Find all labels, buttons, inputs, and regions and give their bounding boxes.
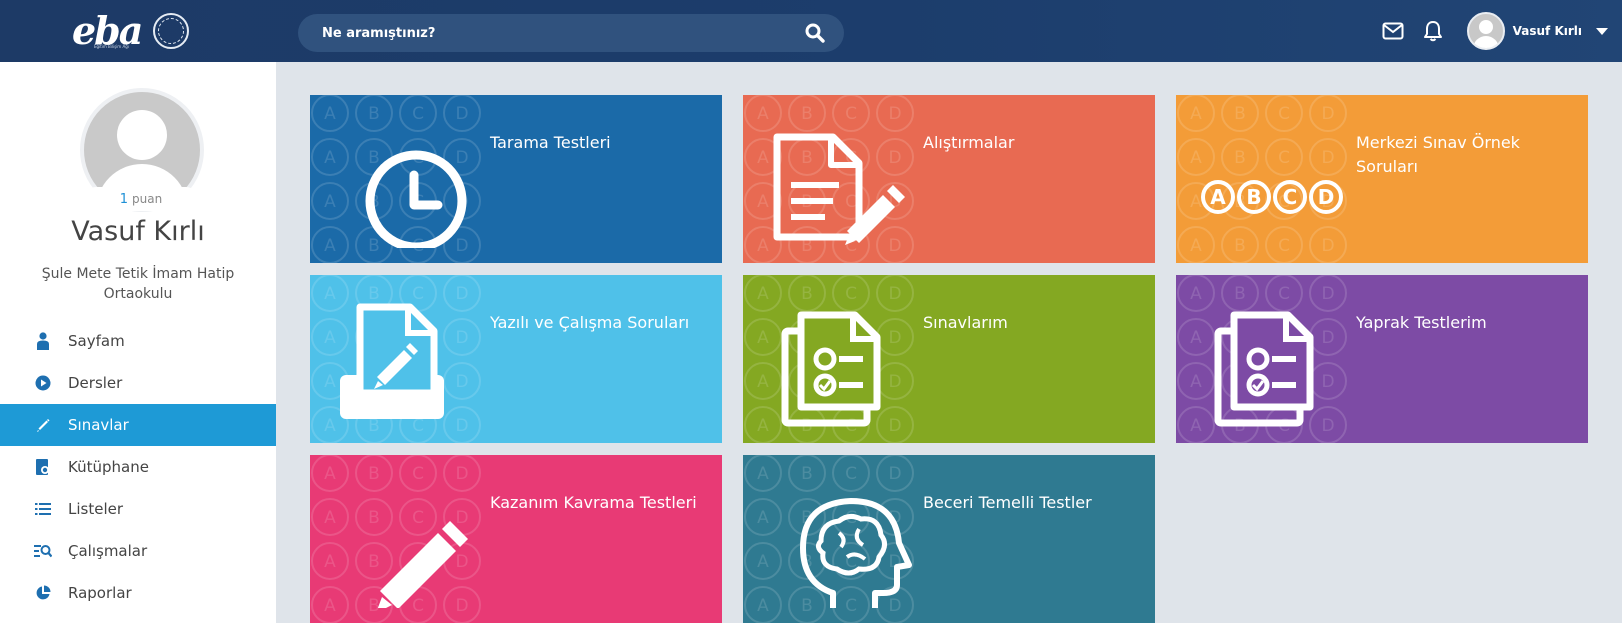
user-name: Vasuf Kırlı — [1512, 24, 1582, 38]
tile-beceri-temelli[interactable]: ABCDABCDABCDABCD Beceri Temelli Testler — [743, 455, 1155, 623]
top-bar: eba Eğitim Bilişim Ağı Vasuf Kırlı — [0, 0, 1622, 62]
tile-sinavlarim[interactable]: ABCDABCDABCDABCD Sınavlarım — [743, 275, 1155, 443]
tile-alistirmalar[interactable]: ABCDABCDABCDABCD Alıştırmalar — [743, 95, 1155, 263]
sidebar-item-label: Listeler — [68, 500, 124, 518]
tile-label: Yaprak Testlerim — [1356, 313, 1487, 332]
points-badge: 1 puan — [84, 187, 198, 211]
tile-label: Alıştırmalar — [923, 133, 1015, 152]
tile-label: Merkezi Sınav Örnek Soruları — [1356, 133, 1520, 176]
tile-label: Yazılı ve Çalışma Soruları — [490, 313, 690, 332]
sidebar-item-label: Çalışmalar — [68, 542, 148, 560]
sidebar-item-label: Sınavlar — [68, 416, 129, 434]
answer-letter: A — [1210, 185, 1226, 209]
points-value: 1 — [119, 192, 129, 207]
list-icon — [34, 500, 52, 518]
user-menu[interactable]: Vasuf Kırlı — [1466, 11, 1622, 51]
tile-label: Sınavlarım — [923, 313, 1008, 332]
abcd-answers-icon: ABCD — [1201, 180, 1343, 214]
avatar — [1466, 12, 1505, 50]
tile-label: Kazanım Kavrama Testleri — [490, 493, 697, 512]
library-icon — [34, 458, 52, 476]
sidebar-item-kutuphane[interactable]: Kütüphane — [0, 446, 276, 488]
answer-letter: C — [1283, 185, 1298, 209]
eba-logo[interactable]: eba Eğitim Bilişim Ağı — [72, 8, 190, 54]
tile-kazanim-kavrama[interactable]: ABCDABCDABCDABCD Kazanım Kavrama Testler… — [310, 455, 722, 623]
sidebar-item-listeler[interactable]: Listeler — [0, 488, 276, 530]
exam-checklist-icon — [1214, 311, 1314, 427]
tile-label: Beceri Temelli Testler — [923, 493, 1092, 512]
points-label: puan — [132, 192, 163, 206]
answer-letter: D — [1318, 185, 1335, 209]
bell-icon[interactable] — [1413, 11, 1453, 51]
sidebar-item-label: Kütüphane — [68, 458, 149, 476]
document-edit-icon — [773, 133, 905, 245]
sidebar-item-label: Sayfam — [68, 332, 125, 350]
tile-yaprak-testlerim[interactable]: ABCDABCDABCDABCD Yaprak Testlerim — [1176, 275, 1588, 443]
tile-tarama-testleri[interactable]: ABCDABCDABCDABCD Tarama Testleri — [310, 95, 722, 263]
search-input[interactable] — [322, 25, 804, 41]
sidebar-item-label: Dersler — [68, 374, 123, 392]
tile-merkezi-sinav[interactable]: ABCDABCDABCDABCD ABCD Merkezi Sınav Örne… — [1176, 95, 1588, 263]
brain-head-icon — [800, 498, 912, 608]
sidebar-nav: Sayfam Dersler Sınavlar Kütüphane Listel… — [0, 320, 276, 614]
user-icon — [34, 332, 52, 350]
pencil-icon — [34, 416, 52, 434]
search-icon[interactable] — [804, 22, 826, 44]
play-circle-icon — [34, 374, 52, 392]
chevron-down-icon[interactable] — [1582, 11, 1622, 51]
meb-seal-icon — [153, 13, 190, 49]
answer-letter: B — [1246, 185, 1261, 209]
tile-label: Tarama Testleri — [490, 133, 611, 152]
sidebar-item-sinavlar[interactable]: Sınavlar — [0, 404, 276, 446]
pencil-icon — [377, 521, 468, 608]
mail-icon[interactable] — [1373, 11, 1413, 51]
sidebar-item-label: Raporlar — [68, 584, 132, 602]
search-bar — [298, 14, 844, 52]
sidebar-item-dersler[interactable]: Dersler — [0, 362, 276, 404]
tile-yazili-calisma[interactable]: ABCDABCDABCDABCD Yazılı ve Çalışma Sorul… — [310, 275, 722, 443]
clock-icon — [365, 150, 467, 248]
profile-name: Vasuf Kırlı — [71, 216, 205, 247]
sidebar: 1 puan Vasuf Kırlı Şule Mete Tetik İmam H… — [0, 62, 276, 623]
exam-checklist-icon — [781, 311, 881, 427]
pie-chart-icon — [34, 584, 52, 602]
sidebar-item-raporlar[interactable]: Raporlar — [0, 572, 276, 614]
search-list-icon — [34, 542, 52, 560]
logo-subtitle: Eğitim Bilişim Ağı — [94, 44, 129, 49]
sidebar-item-calismalar[interactable]: Çalışmalar — [0, 530, 276, 572]
school-name: Şule Mete Tetik İmam Hatip Ortaokulu — [41, 266, 235, 302]
sidebar-item-sayfam[interactable]: Sayfam — [0, 320, 276, 362]
printer-document-icon — [340, 303, 444, 419]
